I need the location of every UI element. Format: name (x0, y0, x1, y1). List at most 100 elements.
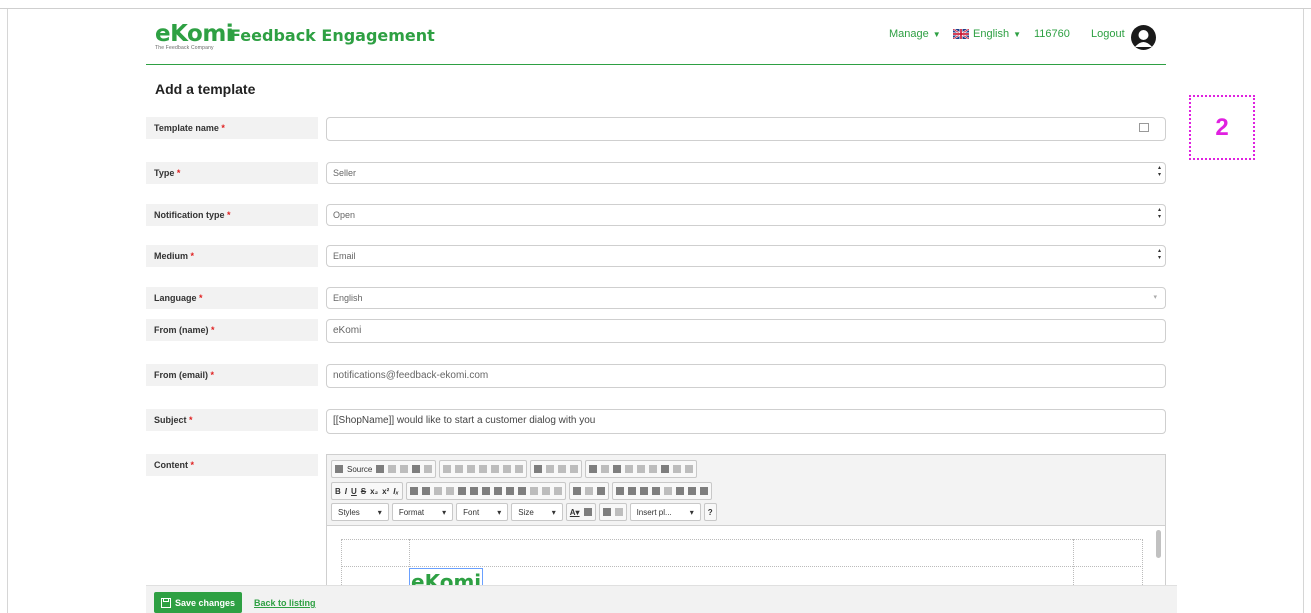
background-color-icon[interactable] (583, 508, 592, 516)
print-icon[interactable] (412, 465, 421, 473)
paste-text-icon[interactable] (479, 465, 488, 473)
iframe-icon[interactable] (699, 487, 708, 495)
page-break-icon[interactable] (687, 487, 696, 495)
maximize-icon[interactable] (602, 508, 611, 516)
div-icon[interactable] (469, 487, 478, 495)
save-button[interactable]: Save changes (154, 592, 243, 613)
horizontal-rule-icon[interactable] (651, 487, 660, 495)
medium-label: Medium * (146, 245, 318, 267)
type-select[interactable]: Seller (326, 162, 1166, 184)
cut-icon[interactable] (443, 465, 452, 473)
blockquote-icon[interactable] (457, 487, 466, 495)
flash-icon[interactable] (627, 487, 636, 495)
redo-icon[interactable] (515, 465, 524, 473)
preview-icon[interactable] (400, 465, 409, 473)
tools-group (598, 503, 627, 521)
table-icon[interactable] (639, 487, 648, 495)
find-icon[interactable] (534, 465, 543, 473)
medium-select[interactable]: Email (326, 245, 1166, 267)
form-icon[interactable] (589, 465, 598, 473)
hidden-field-icon[interactable] (685, 465, 694, 473)
paste-word-icon[interactable] (491, 465, 500, 473)
unlink-icon[interactable] (584, 487, 593, 495)
paragraph-group (405, 482, 566, 500)
styles-dropdown[interactable]: Styles ▾ (331, 503, 389, 521)
rtl-icon[interactable] (541, 487, 550, 495)
align-right-icon[interactable] (505, 487, 514, 495)
align-left-icon[interactable] (481, 487, 490, 495)
select-field-icon[interactable] (649, 465, 658, 473)
language-dir-icon[interactable] (553, 487, 562, 495)
text-color-button[interactable]: A▾ (570, 508, 580, 517)
insert-placeholder-dropdown[interactable]: Insert pl... ▾ (629, 503, 701, 521)
select-all-icon[interactable] (558, 465, 567, 473)
justify-icon[interactable] (517, 487, 526, 495)
editor-toolbar-row-2: B I U S x₂ x² Iₓ (331, 482, 712, 500)
language-label: English (973, 28, 1010, 40)
save-icon[interactable] (376, 465, 385, 473)
underline-button[interactable]: U (351, 487, 357, 496)
bulleted-list-icon[interactable] (421, 487, 430, 495)
editor-scrollbar[interactable] (1156, 530, 1161, 558)
logout-link[interactable]: Logout (1091, 28, 1125, 40)
manage-menu[interactable]: Manage ▼ (889, 28, 941, 40)
from-email-input[interactable]: notifications@feedback-ekomi.com (326, 364, 1166, 388)
ekomi-logo[interactable]: eKomi The Feedback Company (155, 22, 234, 51)
template-name-label: Template name * (146, 117, 318, 139)
button-icon[interactable] (661, 465, 670, 473)
paste-icon[interactable] (467, 465, 476, 473)
page-title: Add a template (155, 81, 256, 97)
save-icon (161, 597, 171, 608)
image-button-icon[interactable] (673, 465, 682, 473)
copy-icon[interactable] (455, 465, 464, 473)
format-dropdown[interactable]: Format ▾ (391, 503, 454, 521)
links-group (568, 482, 609, 500)
uk-flag-icon (953, 29, 969, 39)
user-icon (1135, 30, 1152, 47)
bold-button[interactable]: B (335, 487, 341, 496)
align-center-icon[interactable] (493, 487, 502, 495)
subject-input[interactable]: [[ShopName]] would like to start a custo… (326, 409, 1166, 434)
remove-format-button[interactable]: Iₓ (393, 487, 398, 496)
textarea-icon[interactable] (637, 465, 646, 473)
strike-button[interactable]: S (361, 487, 366, 496)
radio-icon[interactable] (613, 465, 622, 473)
subscript-button[interactable]: x₂ (370, 487, 378, 496)
form-elements-group (585, 460, 698, 478)
template-name-input[interactable] (326, 117, 1166, 141)
undo-icon[interactable] (503, 465, 512, 473)
language-select[interactable]: English (326, 287, 1166, 309)
editor-toolbar-row-3: Styles ▾ Format ▾ Font ▾ Size ▾ A▾ Insert pl… (331, 503, 717, 521)
replace-icon[interactable] (546, 465, 555, 473)
avatar[interactable] (1131, 25, 1156, 50)
size-dropdown[interactable]: Size ▾ (511, 503, 563, 521)
spellcheck-icon[interactable] (570, 465, 579, 473)
outdent-icon[interactable] (433, 487, 442, 495)
ltr-icon[interactable] (529, 487, 538, 495)
new-page-icon[interactable] (388, 465, 397, 473)
help-button[interactable]: ? (703, 503, 717, 521)
link-icon[interactable] (572, 487, 581, 495)
source-button[interactable]: Source (331, 460, 437, 478)
from-name-input[interactable]: eKomi (326, 319, 1166, 343)
smiley-icon[interactable] (663, 487, 672, 495)
rich-text-editor[interactable]: Source B I U S x₂ x² Iₓ Styles ▾ Format … (326, 454, 1166, 599)
language-menu[interactable]: English ▼ (953, 28, 1021, 40)
notification-type-select[interactable]: Open (326, 204, 1166, 226)
special-char-icon[interactable] (675, 487, 684, 495)
colors-group: A▾ (565, 503, 596, 521)
textfield-icon[interactable] (625, 465, 634, 473)
numbered-list-icon[interactable] (409, 487, 418, 495)
italic-button[interactable]: I (345, 487, 347, 496)
show-blocks-icon[interactable] (614, 508, 623, 516)
image-icon[interactable] (615, 487, 624, 495)
checkbox-icon[interactable] (601, 465, 610, 473)
back-to-listing-link[interactable]: Back to listing (254, 598, 316, 608)
basic-styles-group: B I U S x₂ x² Iₓ (331, 482, 403, 500)
from-email-label: From (email) * (146, 364, 318, 386)
indent-icon[interactable] (445, 487, 454, 495)
superscript-button[interactable]: x² (382, 487, 389, 496)
anchor-icon[interactable] (596, 487, 605, 495)
font-dropdown[interactable]: Font ▾ (456, 503, 509, 521)
templates-icon[interactable] (424, 465, 433, 473)
